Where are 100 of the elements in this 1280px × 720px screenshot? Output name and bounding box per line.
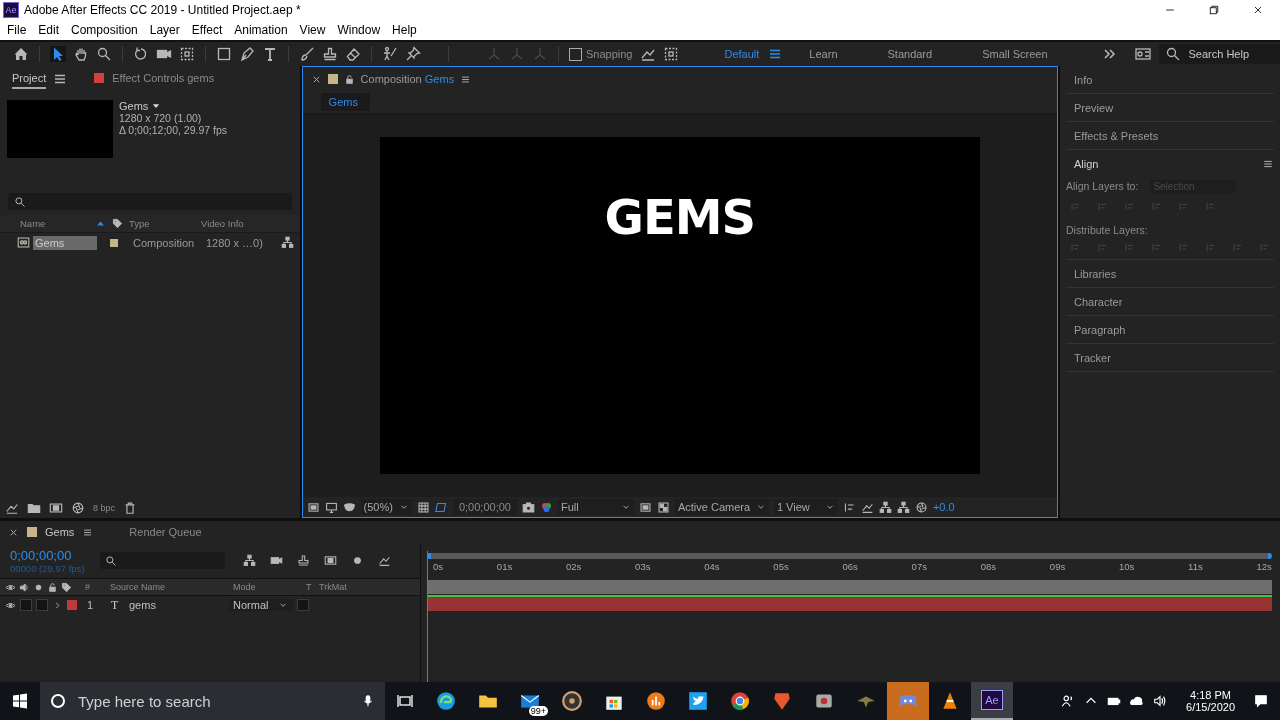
- flowchart-icon[interactable]: [281, 236, 294, 249]
- panel-title[interactable]: Character: [1074, 295, 1123, 308]
- clock-time[interactable]: 4:18 PM: [1190, 689, 1231, 701]
- bit-depth[interactable]: 8 bpc: [93, 503, 116, 513]
- folder-icon[interactable]: [27, 501, 41, 515]
- menu-item[interactable]: Composition: [71, 23, 138, 37]
- panel-title[interactable]: Align: [1074, 157, 1099, 170]
- zoom-dropdown[interactable]: (50%): [360, 499, 412, 515]
- taskbar-search-input[interactable]: Type here to search: [76, 691, 351, 711]
- menu-item[interactable]: Edit: [38, 23, 60, 37]
- panel-tab[interactable]: Composition Gems: [360, 73, 455, 85]
- rotate-icon[interactable]: [133, 46, 149, 62]
- rectangle-icon[interactable]: [216, 46, 232, 62]
- flowchart-icon[interactable]: [896, 500, 910, 514]
- solo-dot-icon[interactable]: [33, 581, 44, 593]
- pointer-icon[interactable]: [50, 46, 66, 62]
- tag-icon[interactable]: [112, 218, 123, 229]
- current-time[interactable]: 0;00;00;00: [10, 547, 90, 563]
- search-field[interactable]: [100, 552, 225, 569]
- menu-item[interactable]: Effect: [191, 23, 223, 37]
- workspace-tab[interactable]: Standard: [887, 48, 933, 60]
- workspace-tab[interactable]: Small Screen: [982, 48, 1048, 60]
- always-preview-icon[interactable]: [306, 500, 320, 514]
- workspace-tab[interactable]: Learn: [809, 48, 838, 60]
- menu-item[interactable]: Help: [392, 23, 417, 37]
- transparency-grid-icon[interactable]: [656, 500, 670, 514]
- panel-title[interactable]: Info: [1074, 73, 1093, 86]
- mask-icon[interactable]: [342, 500, 356, 514]
- panel-tab[interactable]: Effect Controls gems: [94, 69, 215, 89]
- panel-title[interactable]: Libraries: [1074, 267, 1117, 280]
- taskbar-app-button[interactable]: 99+: [509, 682, 551, 720]
- timecode[interactable]: 0;00;00;00: [452, 499, 517, 515]
- lock-icon[interactable]: [47, 581, 58, 593]
- view-layout-dropdown[interactable]: 1 View: [773, 499, 838, 515]
- pen-icon[interactable]: [239, 46, 255, 62]
- aperture-icon[interactable]: [71, 501, 85, 515]
- clock-date[interactable]: 6/15/2020: [1186, 701, 1235, 713]
- graph-editor-icon[interactable]: [378, 554, 391, 567]
- panel-tab[interactable]: Gems: [45, 526, 75, 538]
- tag-icon[interactable]: [61, 581, 72, 593]
- exposure-value[interactable]: +0.0: [932, 501, 955, 513]
- dashed-square-icon[interactable]: [179, 46, 195, 62]
- pin-icon[interactable]: [405, 46, 421, 62]
- figure-brush-icon[interactable]: [382, 46, 398, 62]
- panel-tab[interactable]: Project: [12, 69, 47, 89]
- menu-icon[interactable]: [82, 526, 94, 538]
- panel-title[interactable]: Effects & Presets: [1074, 129, 1159, 142]
- layer-name[interactable]: gems: [129, 599, 209, 611]
- mode-dropdown[interactable]: Normal: [229, 599, 293, 611]
- solo-toggle[interactable]: [36, 599, 48, 611]
- film-icon[interactable]: [49, 501, 63, 515]
- magnifier-icon[interactable]: [96, 46, 112, 62]
- help-search-input[interactable]: Search Help: [1186, 47, 1280, 61]
- taskbar-search-field[interactable]: Type here to search: [40, 682, 385, 720]
- panel-title[interactable]: Tracker: [1074, 351, 1111, 364]
- resolution-dropdown[interactable]: Full: [557, 499, 634, 515]
- panel-title[interactable]: Paragraph: [1074, 323, 1126, 336]
- menu-item[interactable]: File: [7, 23, 27, 37]
- camera-dropdown[interactable]: Active Camera: [674, 499, 769, 515]
- label-swatch[interactable]: [67, 600, 77, 610]
- menu-item[interactable]: Layer: [149, 23, 180, 37]
- search-field[interactable]: Search Help: [1158, 44, 1280, 64]
- workspace-tab[interactable]: Default: [724, 48, 760, 60]
- lock-icon[interactable]: [343, 73, 355, 85]
- windows-start-icon[interactable]: [12, 693, 28, 709]
- preserve-transparency-toggle[interactable]: [297, 599, 309, 611]
- column-header[interactable]: Video Info: [201, 218, 244, 229]
- menu-icon[interactable]: [460, 73, 472, 85]
- color-channels-icon[interactable]: [539, 500, 553, 514]
- volume-icon[interactable]: [1153, 694, 1168, 708]
- eraser-icon[interactable]: [345, 46, 361, 62]
- column-header[interactable]: Type: [129, 218, 201, 229]
- audio-toggle[interactable]: [20, 599, 32, 611]
- composition-name[interactable]: Gems: [119, 100, 149, 112]
- snapping-checkbox[interactable]: [569, 47, 582, 61]
- microphone-icon[interactable]: [361, 694, 375, 708]
- search-field[interactable]: [8, 193, 292, 210]
- sort-triangle-icon[interactable]: [95, 218, 106, 229]
- exposure-icon[interactable]: [914, 500, 928, 514]
- region-icon[interactable]: [434, 500, 448, 514]
- menu-item[interactable]: Window: [337, 23, 381, 37]
- text-tool-icon[interactable]: [262, 46, 278, 62]
- frame-blending-icon[interactable]: [324, 554, 337, 567]
- cloud-icon[interactable]: [1130, 694, 1145, 708]
- flowchart-icon[interactable]: [243, 554, 256, 567]
- grid-icon[interactable]: [416, 500, 430, 514]
- monitor-icon[interactable]: [324, 500, 338, 514]
- home-icon[interactable]: [13, 46, 29, 62]
- item-name[interactable]: Gems: [33, 235, 97, 250]
- menu-item[interactable]: Animation: [234, 23, 288, 37]
- panel-tab[interactable]: Render Queue: [129, 526, 202, 538]
- speaker-icon[interactable]: [19, 581, 30, 593]
- region-of-interest-icon[interactable]: [638, 500, 652, 514]
- panel-title[interactable]: Preview: [1074, 101, 1114, 114]
- notification-icon[interactable]: [1254, 694, 1268, 708]
- preferences-icon[interactable]: [1134, 46, 1151, 62]
- column-header[interactable]: Name: [20, 218, 95, 229]
- task-view-icon[interactable]: [397, 693, 413, 709]
- camera-icon[interactable]: [521, 500, 535, 514]
- column-header[interactable]: Source Name: [110, 582, 230, 592]
